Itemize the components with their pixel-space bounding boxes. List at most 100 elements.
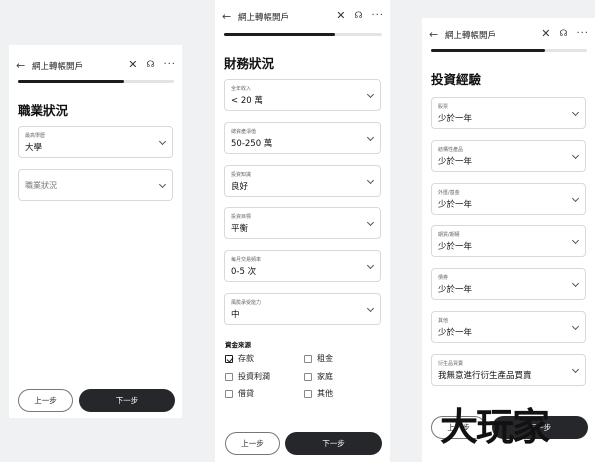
investment-goal-select[interactable]: 投資目標 平衡 bbox=[224, 207, 381, 239]
futures-options-select[interactable]: 期貨/期權 少於一年 bbox=[431, 225, 586, 257]
chevron-down-icon bbox=[366, 304, 375, 313]
field-label: 結構性產品 bbox=[438, 147, 464, 153]
field-value: < 20 萬 bbox=[231, 96, 263, 106]
field-label: 總資產淨值 bbox=[231, 129, 257, 135]
chevron-down-icon bbox=[571, 194, 580, 203]
progress-bar bbox=[224, 33, 382, 36]
field-label: 期貨/期權 bbox=[438, 232, 460, 238]
prev-button[interactable]: 上一步 bbox=[225, 432, 280, 455]
close-icon[interactable]: ✕ bbox=[128, 58, 137, 72]
back-arrow-icon[interactable]: ← bbox=[222, 10, 231, 23]
section-title: 投資經驗 bbox=[431, 72, 482, 87]
field-value: 少於一年 bbox=[438, 157, 473, 167]
header-title: 網上轉帳開戶 bbox=[238, 13, 290, 23]
checkbox-rent[interactable]: 租金 bbox=[304, 353, 333, 364]
checkbox-label: 家庭 bbox=[317, 372, 333, 381]
field-value: 少於一年 bbox=[438, 114, 473, 124]
close-icon[interactable]: ✕ bbox=[336, 9, 345, 23]
investment-knowledge-select[interactable]: 投資知識 良好 bbox=[224, 165, 381, 197]
more-icon[interactable]: ··· bbox=[371, 9, 384, 23]
checkbox-icon[interactable] bbox=[304, 354, 312, 363]
checkbox-savings[interactable]: 存款 bbox=[225, 353, 254, 364]
annual-income-select[interactable]: 全年收入 < 20 萬 bbox=[224, 79, 381, 111]
risk-tolerance-select[interactable]: 風險承受能力 中 bbox=[224, 293, 381, 325]
more-icon[interactable]: ··· bbox=[163, 58, 176, 72]
field-placeholder: 職業狀況 bbox=[25, 181, 57, 190]
field-label: 每月交易頻率 bbox=[231, 257, 262, 263]
chevron-down-icon bbox=[571, 322, 580, 331]
prev-button[interactable]: 上一步 bbox=[18, 389, 73, 412]
field-label: 最高學歷 bbox=[25, 133, 46, 139]
chevron-down-icon bbox=[366, 133, 375, 142]
field-value: 50-250 萬 bbox=[231, 139, 273, 149]
field-value: 平衡 bbox=[231, 224, 249, 234]
headset-support-icon[interactable]: ☊ bbox=[354, 9, 362, 23]
derivatives-select[interactable]: 衍生品買賣 我無意進行衍生產品買賣 bbox=[431, 354, 586, 386]
checkbox-icon[interactable] bbox=[304, 389, 312, 398]
field-label: 衍生品買賣 bbox=[438, 361, 464, 367]
progress-fill bbox=[224, 33, 335, 36]
chevron-down-icon bbox=[571, 365, 580, 374]
checkbox-other[interactable]: 其他 bbox=[304, 388, 333, 399]
field-label: 外匯/基金 bbox=[438, 190, 460, 196]
field-value: 中 bbox=[231, 310, 240, 320]
structured-products-select[interactable]: 結構性產品 少於一年 bbox=[431, 140, 586, 172]
checkbox-loan[interactable]: 借貸 bbox=[225, 388, 254, 399]
chevron-down-icon bbox=[571, 108, 580, 117]
progress-bar bbox=[18, 80, 174, 83]
other-experience-select[interactable]: 其他 少於一年 bbox=[431, 311, 586, 343]
checkbox-family[interactable]: 家庭 bbox=[304, 371, 333, 382]
bonds-select[interactable]: 債券 少於一年 bbox=[431, 268, 586, 300]
checkbox-label: 租金 bbox=[317, 354, 333, 363]
checkbox-investment-profit[interactable]: 投資利潤 bbox=[225, 371, 270, 382]
chevron-down-icon bbox=[366, 218, 375, 227]
top-bar: ← 網上轉帳開戶 ✕ ☊ ··· bbox=[215, 4, 390, 30]
progress-bar bbox=[431, 49, 587, 52]
field-label: 投資目標 bbox=[231, 214, 252, 220]
education-select[interactable]: 最高學歷 大學 bbox=[18, 126, 173, 158]
top-bar: ← 網上轉帳開戶 ✕ ☊ ··· bbox=[422, 22, 595, 48]
field-value: 少於一年 bbox=[438, 200, 473, 210]
forex-funds-select[interactable]: 外匯/基金 少於一年 bbox=[431, 183, 586, 215]
watermark-text: 大玩家 bbox=[440, 404, 550, 449]
section-title: 財務狀況 bbox=[224, 56, 275, 71]
field-label: 債券 bbox=[438, 275, 449, 281]
field-label: 風險承受能力 bbox=[231, 300, 262, 306]
screen-occupation: ← 網上轉帳開戶 ✕ ☊ ··· 職業狀況 最高學歷 大學 職業狀況 上一步 下… bbox=[9, 45, 182, 418]
checkbox-icon[interactable] bbox=[304, 372, 312, 381]
trade-frequency-select[interactable]: 每月交易頻率 0-5 次 bbox=[224, 250, 381, 282]
checkbox-label: 借貸 bbox=[238, 389, 254, 398]
stocks-experience-select[interactable]: 股票 少於一年 bbox=[431, 97, 586, 129]
field-label: 股票 bbox=[438, 104, 449, 110]
next-button[interactable]: 下一步 bbox=[79, 389, 175, 412]
checkbox-icon[interactable] bbox=[225, 372, 233, 381]
close-icon[interactable]: ✕ bbox=[541, 27, 550, 41]
header-title: 網上轉帳開戶 bbox=[445, 31, 497, 41]
chevron-down-icon bbox=[571, 279, 580, 288]
headset-support-icon[interactable]: ☊ bbox=[146, 58, 154, 72]
field-label: 全年收入 bbox=[231, 86, 252, 92]
checkbox-label: 存款 bbox=[238, 354, 254, 363]
field-label: 其他 bbox=[438, 318, 449, 324]
chevron-down-icon bbox=[366, 176, 375, 185]
field-label: 投資知識 bbox=[231, 172, 252, 178]
top-bar: ← 網上轉帳開戶 ✕ ☊ ··· bbox=[9, 53, 182, 79]
progress-fill bbox=[18, 80, 125, 83]
back-arrow-icon[interactable]: ← bbox=[16, 59, 25, 72]
fund-source-title: 資金來源 bbox=[225, 341, 251, 349]
checkbox-icon[interactable] bbox=[225, 389, 233, 398]
headset-support-icon[interactable]: ☊ bbox=[559, 27, 567, 41]
section-title: 職業狀況 bbox=[18, 103, 69, 118]
back-arrow-icon[interactable]: ← bbox=[429, 28, 438, 41]
occupation-select[interactable]: 職業狀況 bbox=[18, 169, 173, 201]
net-assets-select[interactable]: 總資產淨值 50-250 萬 bbox=[224, 122, 381, 154]
field-value: 少於一年 bbox=[438, 242, 473, 252]
chevron-down-icon bbox=[158, 180, 167, 189]
checkbox-label: 其他 bbox=[317, 389, 333, 398]
chevron-down-icon bbox=[571, 151, 580, 160]
next-button[interactable]: 下一步 bbox=[285, 432, 382, 455]
checkbox-icon[interactable] bbox=[225, 354, 233, 363]
more-icon[interactable]: ··· bbox=[576, 27, 589, 41]
screen-financial: ← 網上轉帳開戶 ✕ ☊ ··· 財務狀況 全年收入 < 20 萬 總資產淨值 … bbox=[215, 0, 390, 462]
chevron-down-icon bbox=[366, 261, 375, 270]
